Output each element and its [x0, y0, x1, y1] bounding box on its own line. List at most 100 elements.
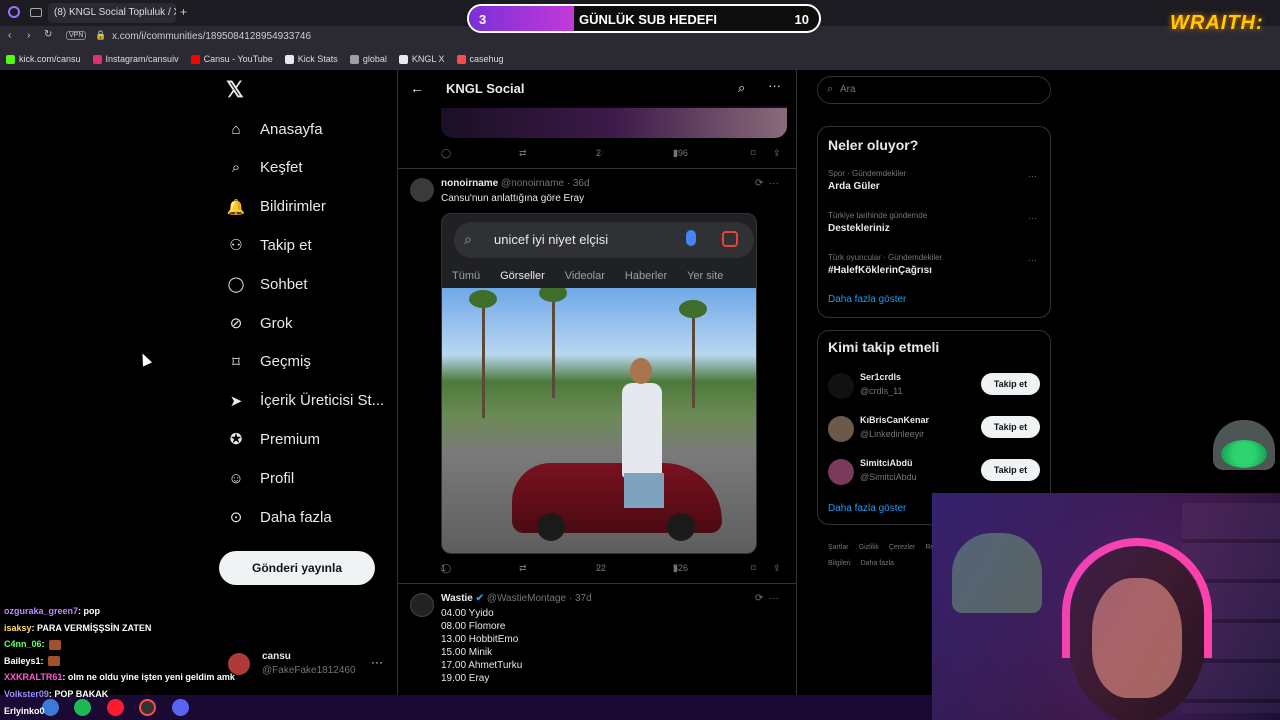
- bookmark-item[interactable]: global: [349, 54, 387, 64]
- trends-show-more-link[interactable]: Daha fazla göster: [828, 294, 906, 305]
- bookmark-icon[interactable]: ⌑: [751, 563, 756, 574]
- back-icon[interactable]: ‹: [8, 30, 11, 41]
- retweet-icon[interactable]: ⇄: [519, 563, 527, 574]
- footer-link[interactable]: Daha fazla: [861, 560, 894, 567]
- author-handle: @WastieMontage: [486, 593, 567, 604]
- discord-icon[interactable]: [172, 699, 189, 716]
- follow-button[interactable]: Takip et: [981, 416, 1040, 438]
- grok-icon[interactable]: ⟳: [755, 593, 763, 604]
- nav-item-chat[interactable]: ◯ Sohbet: [226, 269, 308, 299]
- grok-icon[interactable]: ⟳: [755, 178, 763, 189]
- nav-item-label: Geçmiş: [260, 353, 311, 371]
- tweet-text: Cansu'nun anlattığına göre Eray: [441, 193, 585, 204]
- back-arrow-icon[interactable]: ←: [410, 80, 424, 96]
- more-icon[interactable]: ···: [1028, 171, 1037, 181]
- bookmark-item[interactable]: Kick Stats: [284, 54, 338, 64]
- trend-context: Türk oyuncular · Gündemdekiler: [828, 253, 943, 262]
- new-tab-icon[interactable]: +: [180, 5, 187, 19]
- more-icon[interactable]: ···: [1028, 255, 1037, 265]
- who-name[interactable]: Ser1crdls: [860, 372, 901, 382]
- chat-username: Baileys1: [4, 655, 41, 666]
- trend-context: Spor · Gündemdekiler: [828, 169, 907, 178]
- forward-icon[interactable]: ›: [27, 30, 30, 41]
- x-logo-icon[interactable]: 𝕏: [226, 79, 248, 101]
- who-name[interactable]: KıBrisCanKenar: [860, 415, 929, 425]
- nav-item-add-person[interactable]: ⚇ Takip et: [226, 230, 311, 260]
- palm-tree: [482, 298, 485, 418]
- more-icon[interactable]: ···: [1028, 213, 1037, 223]
- bookmark-item[interactable]: casehug: [456, 54, 504, 64]
- nav-item-bookmark[interactable]: ⌑ Geçmiş: [226, 347, 311, 377]
- previous-tweet-media[interactable]: [441, 106, 787, 138]
- more-icon[interactable]: ···: [371, 655, 383, 669]
- share-icon[interactable]: ⇪: [773, 563, 781, 574]
- follow-button[interactable]: Takip et: [981, 459, 1040, 481]
- nav-item-search[interactable]: ⌕ Keşfet: [226, 153, 303, 183]
- avatar[interactable]: [828, 373, 854, 399]
- follow-button[interactable]: Takip et: [981, 373, 1040, 395]
- footer-link[interactable]: Çerezler: [889, 544, 915, 551]
- app-icon[interactable]: [42, 699, 59, 716]
- trend-item[interactable]: Arda Güler: [828, 181, 880, 192]
- search-icon[interactable]: ⌕: [738, 80, 745, 96]
- trend-item[interactable]: Destekleriniz: [828, 223, 890, 234]
- vpn-badge[interactable]: VPN: [66, 31, 87, 40]
- nav-item-verified[interactable]: ✪ Premium: [226, 424, 320, 454]
- account-switcher[interactable]: cansu @FakeFake1812460 ···: [228, 649, 388, 683]
- avatar[interactable]: [828, 459, 854, 485]
- trend-item[interactable]: #HalefKöklerinÇağrısı: [828, 265, 932, 276]
- more-icon[interactable]: ···: [769, 593, 779, 604]
- who-name[interactable]: SimitciAbdü: [860, 458, 913, 468]
- footer-link[interactable]: Gizlilik: [859, 544, 879, 551]
- avatar[interactable]: [828, 416, 854, 442]
- tweet-time: · 36d: [566, 178, 590, 189]
- reply-icon[interactable]: ◯: [441, 148, 451, 159]
- who-show-more-link[interactable]: Daha fazla göster: [828, 503, 906, 514]
- bookmark-item[interactable]: Cansu - YouTube: [190, 54, 273, 64]
- lock-icon: 🔒: [95, 30, 107, 40]
- retweet-icon[interactable]: ⇄: [519, 148, 527, 159]
- footer-link[interactable]: Şartlar: [828, 544, 849, 551]
- search-input[interactable]: [840, 84, 1040, 95]
- share-icon[interactable]: ⇪: [773, 148, 781, 159]
- beads-toy: [1213, 420, 1275, 492]
- search-field[interactable]: ⌕: [817, 76, 1051, 104]
- avatar[interactable]: [410, 178, 434, 202]
- bookmark-item[interactable]: Instagram/cansuiv: [92, 54, 179, 64]
- nav-item-more-circle[interactable]: ⊙ Daha fazla: [226, 502, 332, 532]
- author-name: nonoirname: [441, 178, 499, 189]
- browser-menu-icon[interactable]: [8, 6, 20, 18]
- tweet-media-image[interactable]: ⌕ unicef iyi niyet elçisi Tümü Görseller V…: [441, 213, 757, 554]
- tweet-author[interactable]: Wastie ✔ @WastieMontage · 37d: [441, 593, 592, 604]
- image-search-tabs: Tümü Görseller Videolar Haberler Yer site: [452, 270, 756, 282]
- nav-item-rocket[interactable]: ➤ İçerik Üreticisi St...: [226, 386, 384, 416]
- sub-goal-overlay: 3 GÜNLÜK SUB HEDEFI 10: [467, 4, 821, 33]
- tweet-author[interactable]: nonoirname @nonoirname · 36d: [441, 178, 590, 189]
- more-icon[interactable]: ···: [769, 178, 779, 189]
- chat-text: :: [41, 639, 45, 650]
- sub-goal-target: 10: [794, 12, 809, 27]
- bookmark-item[interactable]: KNGL X: [398, 54, 445, 64]
- post-button[interactable]: Gönderi yayınla: [219, 551, 375, 585]
- chat-icon: ◯: [227, 276, 245, 294]
- nav-item-person[interactable]: ☺ Profil: [226, 463, 294, 493]
- sidebar-toggle-icon[interactable]: [30, 8, 42, 17]
- avatar[interactable]: [410, 593, 434, 617]
- trends-panel: Neler oluyor? Spor · Gündemdekiler Arda G…: [817, 126, 1051, 318]
- nav-item-grok[interactable]: ⊘ Grok: [226, 308, 293, 338]
- search-icon: ⌕: [827, 83, 834, 95]
- obs-icon[interactable]: [139, 699, 156, 716]
- opera-icon[interactable]: [107, 699, 124, 716]
- url-text[interactable]: x.com/i/communities/1895084128954933746: [112, 31, 311, 42]
- nav-item-bell[interactable]: 🔔 Bildirimler: [226, 192, 326, 222]
- more-icon[interactable]: ···: [768, 78, 781, 93]
- nav-item-home[interactable]: ⌂ Anasayfa: [226, 114, 322, 144]
- reload-icon[interactable]: ↻: [44, 29, 52, 40]
- chat-text: : POP BAKAK: [48, 689, 109, 699]
- bookmark-item[interactable]: kick.com/cansu: [6, 54, 81, 64]
- tab-active[interactable]: (8) KNGL Social Topluluk / X: [48, 3, 176, 23]
- bookmark-icon[interactable]: ⌑: [751, 148, 756, 159]
- spotify-icon[interactable]: [74, 699, 91, 716]
- like-count: 22: [596, 563, 607, 573]
- tweet-tools: ⟳ ···: [755, 178, 779, 189]
